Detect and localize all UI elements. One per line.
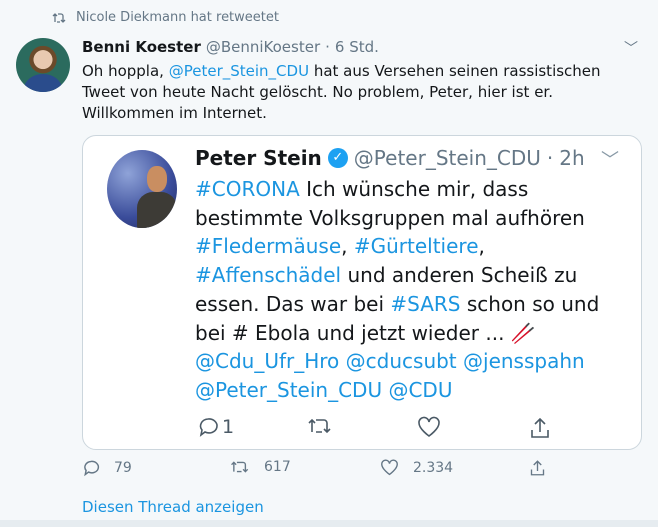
chevron-down-icon[interactable]: ﹀	[624, 38, 638, 58]
retweet-icon	[231, 461, 249, 473]
text: Oh hoppla,	[82, 62, 169, 80]
show-thread-link[interactable]: Diesen Thread anzeigen	[82, 498, 264, 516]
retweet-button[interactable]: 617	[230, 459, 291, 475]
tweet-text: Oh hoppla, @Peter_Stein_CDU hat aus Vers…	[82, 61, 622, 124]
like-button[interactable]: 2.334	[380, 459, 453, 476]
retweet-banner-text[interactable]: Nicole Diekmann hat retweetet	[76, 10, 279, 25]
separator: ·	[546, 146, 554, 170]
reply-count: 1	[222, 416, 235, 438]
embedded-header: Peter Stein ✓ @Peter_Stein_CDU · 2h	[195, 146, 585, 170]
embedded-author-name: Peter Stein	[195, 146, 322, 170]
reply-icon	[84, 460, 100, 477]
embedded-tweet-image[interactable]: Peter Stein ✓ @Peter_Stein_CDU · 2h ﹀ #C…	[82, 135, 642, 450]
author-name[interactable]: Benni Koester	[82, 38, 201, 56]
text: ,	[478, 234, 485, 259]
hashtag-link: #Affenschädel	[195, 263, 342, 288]
like-count: 2.334	[413, 459, 454, 476]
reply-count: 79	[114, 460, 132, 476]
author-handle[interactable]: @BenniKoester	[206, 38, 320, 56]
hashtag-link: #CORONA	[195, 177, 300, 201]
embedded-avatar	[107, 150, 177, 228]
share-icon	[530, 460, 545, 476]
text: ,	[341, 234, 354, 259]
retweet-icon	[307, 416, 333, 436]
reply-icon	[199, 418, 218, 437]
verified-icon: ✓	[327, 148, 348, 168]
timestamp[interactable]: 6 Std.	[335, 38, 379, 56]
retweet-icon	[52, 12, 66, 24]
hashtag-link: #Fledermäuse	[195, 234, 342, 259]
retweet-count: 617	[264, 459, 291, 475]
hashtag-link: #SARS	[390, 291, 461, 316]
embedded-handle: @Peter_Stein_CDU	[353, 146, 541, 170]
chevron-down-icon: ﹀	[601, 150, 619, 171]
embedded-tweet-text: #CORONA Ich wünsche mir, dass bestimmte …	[195, 175, 635, 405]
embedded-reply: 1	[197, 416, 234, 438]
avatar[interactable]	[16, 38, 70, 92]
share-icon	[529, 416, 551, 440]
share-button[interactable]	[529, 459, 546, 477]
mention-link[interactable]: @Peter_Stein_CDU	[169, 62, 309, 80]
text: 🥢	[510, 320, 536, 345]
embedded-timestamp: 2h	[559, 146, 585, 170]
like-icon	[417, 416, 441, 438]
retweet-banner: Nicole Diekmann hat retweetet	[52, 10, 279, 25]
hashtag-link: @Cdu_Ufr_Hro @cducsubt @jensspahn @Peter…	[195, 349, 585, 402]
separator: ·	[325, 38, 330, 56]
divider	[0, 520, 658, 527]
tweet-header: Benni Koester @BenniKoester · 6 Std.	[82, 38, 379, 56]
reply-button[interactable]: 79	[82, 459, 132, 477]
hashtag-link: #Gürteltiere	[353, 234, 479, 259]
like-icon	[381, 459, 398, 476]
